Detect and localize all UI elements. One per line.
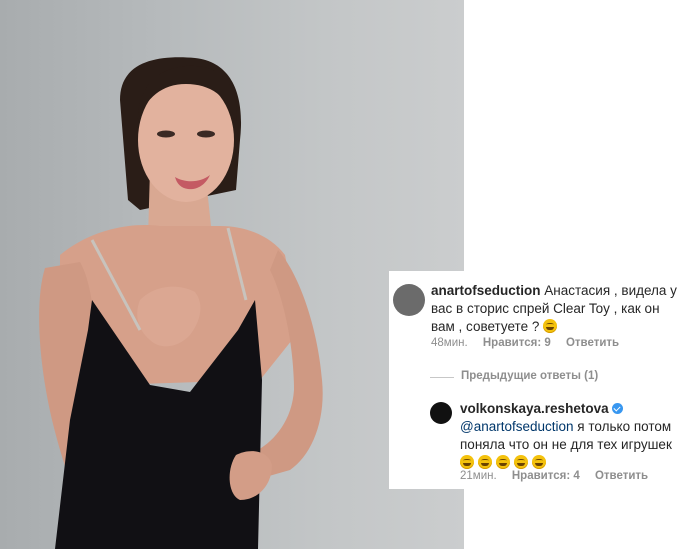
laughing-emoji-icon [532, 455, 546, 469]
reply-body: volkonskaya.reshetova @anartofseduction … [460, 400, 688, 472]
reply-meta: 21мин. Нравится: 4 Ответить [460, 470, 660, 482]
smirk-emoji-icon [543, 319, 558, 333]
laughing-emoji-icon [478, 455, 492, 469]
comment-meta: 48мин. Нравится: 9 Ответить [431, 337, 631, 349]
laughing-emoji-icon [496, 455, 510, 469]
reply-avatar[interactable] [430, 402, 452, 424]
comment-time: 48мин. [431, 337, 468, 349]
view-previous-replies-button[interactable]: Предыдущие ответы (1) [461, 370, 598, 382]
comment-likes[interactable]: Нравится: 9 [483, 337, 551, 349]
comment-body: anartofseduction Анастасия , видела у ва… [431, 282, 687, 336]
reply-button[interactable]: Ответить [566, 337, 619, 349]
reply-mention[interactable]: @anartofseduction [460, 419, 574, 434]
reply-likes[interactable]: Нравится: 4 [512, 470, 580, 482]
reply-username[interactable]: volkonskaya.reshetova [460, 401, 609, 416]
divider-line [430, 377, 454, 378]
reply-reply-button[interactable]: Ответить [595, 470, 648, 482]
laughing-emoji-icon [460, 455, 474, 469]
comments-panel: anartofseduction Анастасия , видела у ва… [389, 271, 690, 489]
comment-username[interactable]: anartofseduction [431, 283, 541, 298]
verified-badge-icon [611, 403, 623, 414]
commenter-avatar[interactable] [393, 284, 425, 316]
laughing-emoji-icon [514, 455, 528, 469]
reply-time: 21мин. [460, 470, 497, 482]
